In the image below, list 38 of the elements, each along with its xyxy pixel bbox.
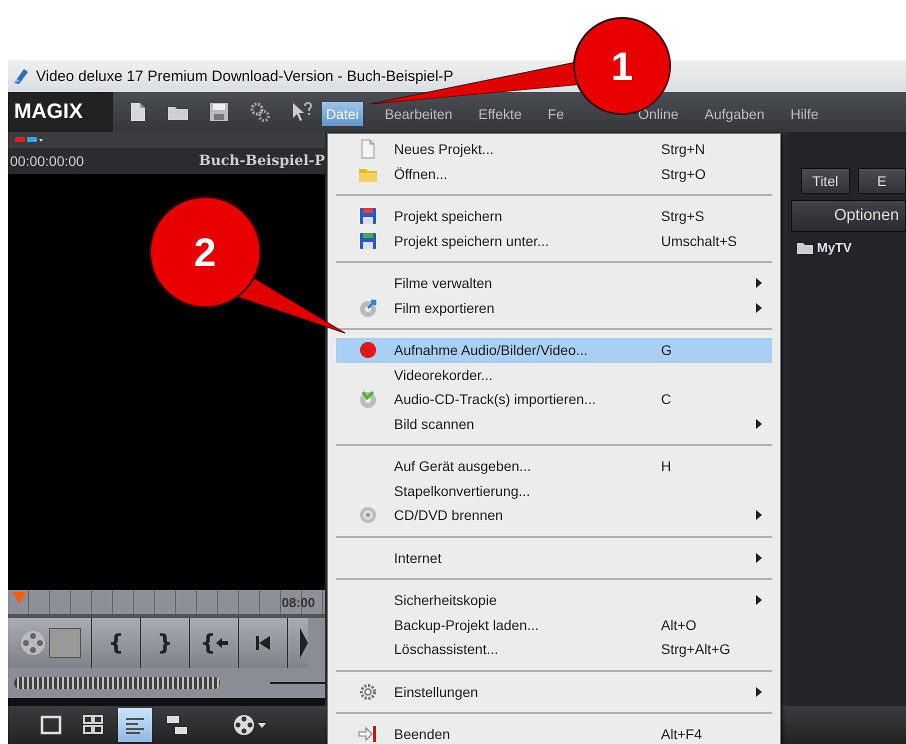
menu-item[interactable]: Projekt speichern unter... Umschalt+S (336, 228, 772, 253)
menu-item[interactable]: Filme verwalten (336, 271, 772, 296)
menu-item[interactable]: Backup-Projekt laden... Alt+O (336, 612, 772, 637)
menu-item[interactable]: Bearbeiten (380, 102, 456, 126)
menu-item[interactable]: Aufnahme Audio/Bilder/Video... G (336, 338, 772, 362)
tab[interactable]: Titel (801, 168, 850, 194)
menu-item[interactable]: Einstellungen (336, 680, 772, 704)
marker-button[interactable]: { (92, 618, 141, 668)
menu-item[interactable]: Hilfe (786, 102, 823, 126)
menu-item[interactable]: Online (634, 102, 683, 126)
menu-item[interactable]: Neues Projekt... Strg+N (336, 137, 772, 162)
menu-item[interactable]: Projekt speichern Strg+S (336, 204, 772, 228)
tab[interactable]: E (858, 168, 906, 194)
menu-item[interactable]: Stapelkonvertierung... (336, 478, 772, 503)
menu-item[interactable]: Internet (336, 546, 772, 570)
menu-item[interactable]: CD/DVD brennen (336, 503, 772, 528)
folder-label[interactable]: MyTV (817, 240, 852, 255)
menu-item[interactable]: Löschassistent... Strg+Alt+G (336, 637, 772, 662)
menu-item[interactable]: Videorekorder... (336, 362, 772, 387)
ruler-time: 08:00 (282, 594, 315, 610)
marker-button[interactable]: } (141, 618, 190, 668)
timecode: 00:00:00:00 (10, 153, 84, 169)
menu-item[interactable]: Film exportieren (336, 296, 772, 320)
options-button[interactable]: Optionen (791, 200, 906, 232)
callout-number: 1 (610, 45, 634, 89)
project-name: Buch-Beispiel-P (198, 153, 325, 169)
menu-item[interactable]: Effekte (474, 102, 526, 126)
menu-item[interactable]: Aufgaben (700, 102, 768, 126)
window-title: Video deluxe 17 Premium Download-Version - Buch-Beispiel-P (36, 68, 454, 84)
marker-jump-button[interactable]: { (190, 618, 239, 668)
menu-item[interactable]: Audio-CD-Track(s) importieren... C (336, 387, 772, 412)
logo: MAGIX (8, 92, 113, 132)
menu-item[interactable]: Öffnen... Strg+O (336, 162, 772, 186)
menu-item[interactable]: Auf Gerät ausgeben... H (336, 454, 772, 478)
menu-item[interactable]: Bild scannen (336, 412, 772, 436)
callout-number: 2 (194, 231, 216, 275)
menu-item[interactable]: Sicherheitskopie (336, 588, 772, 612)
menu-item[interactable]: Fe (544, 102, 564, 126)
